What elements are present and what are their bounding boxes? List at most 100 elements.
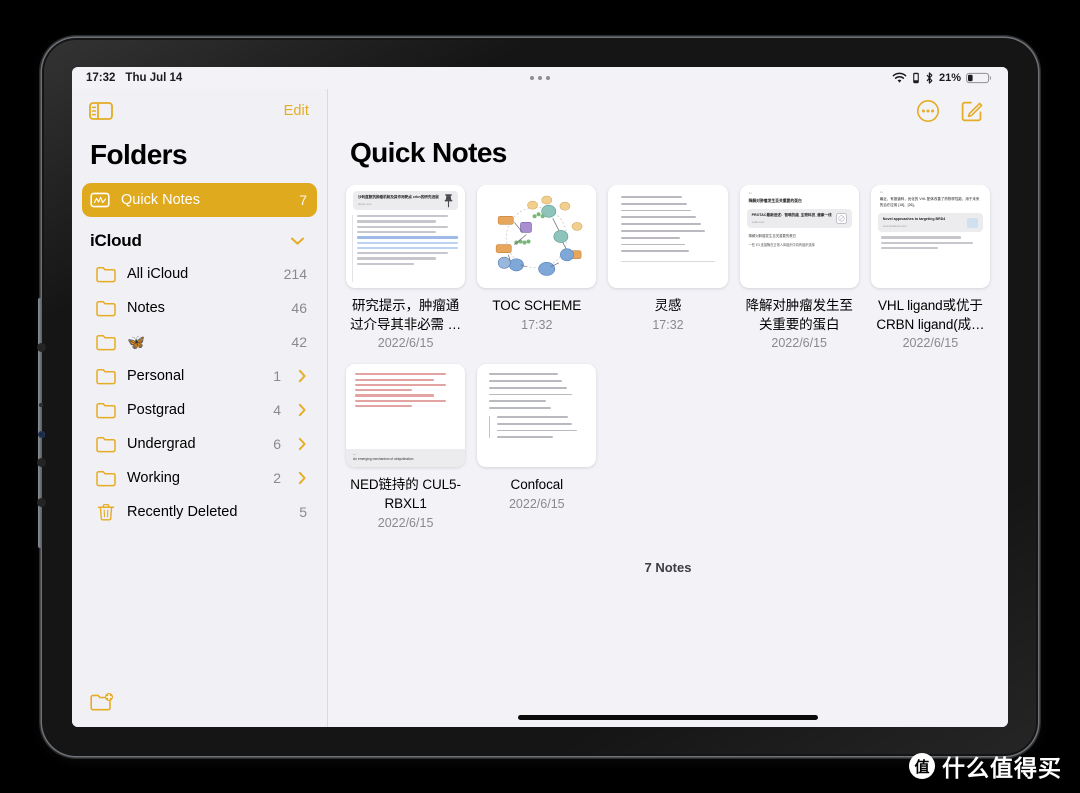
handwriting-line <box>489 386 568 389</box>
device-side-dot <box>39 403 43 407</box>
home-indicator[interactable] <box>518 715 818 720</box>
thumb-link-image <box>966 217 978 228</box>
note-title: VHL ligand或优于 CRBN ligand(成… <box>876 298 985 332</box>
note-thumbnail[interactable]: ““ 降解对肿瘤发生至关重要的蛋白 PROTAC最新进述：智嘀抗癌_生物科技_健… <box>739 185 859 288</box>
handwriting-line <box>489 393 572 396</box>
note-card[interactable]: ““ An emerging mechanism of ubiquitinati… <box>346 364 466 530</box>
page-title: Quick Notes <box>350 137 507 168</box>
note-date: 2022/6/15 <box>902 336 959 351</box>
note-card[interactable]: Confocal 2022/6/15 <box>477 364 597 529</box>
status-bar-left: 17:32 Thu Jul 14 <box>86 72 182 84</box>
chevron-down-icon[interactable] <box>290 236 305 246</box>
note-thumbnail[interactable] <box>477 185 597 288</box>
new-folder-icon[interactable] <box>90 692 114 712</box>
ink-line <box>355 399 447 402</box>
note-thumbnail[interactable]: ““ An emerging mechanism of ubiquitinati… <box>346 364 466 468</box>
sidebar-item-label: Recently Deleted <box>127 504 238 520</box>
thumb-link-thumb-icon <box>835 213 847 225</box>
thumb-text-line <box>357 257 436 260</box>
sidebar-item-folder[interactable]: Recently Deleted 5 <box>82 495 317 529</box>
handwriting-line <box>621 202 687 205</box>
note-date: 2022/6/15 <box>508 496 565 511</box>
note-thumbnail[interactable]: 沙利度胺抗肿瘤机制及其作用靶点 crbn的研究进展 docin.com <box>346 185 466 288</box>
handwriting-line <box>621 236 681 239</box>
sidebar-item-folder[interactable]: All iCloud 214 <box>82 257 317 291</box>
sidebar-item-folder[interactable]: Working 2 <box>82 461 317 495</box>
thumb-text-line <box>357 246 459 250</box>
notes-grid: 沙利度胺抗肿瘤机制及其作用靶点 crbn的研究进展 docin.com 研究提示… <box>346 185 990 530</box>
thumb-body-line: 一些 E3 连接酶在正常人体组织中具有组织选择 <box>748 243 815 248</box>
folder-icon <box>96 470 116 486</box>
sidebar-item-folder[interactable]: Notes 46 <box>82 291 317 325</box>
sidebar-section-icloud[interactable]: iCloud <box>82 217 317 257</box>
note-card[interactable]: 沙利度胺抗肿瘤机制及其作用靶点 crbn的研究进展 docin.com 研究提示… <box>346 185 466 350</box>
folder-icon <box>96 300 116 316</box>
thumb-diagram-svg <box>496 195 583 276</box>
thumb-link-card: PROTAC最新进述：智嘀抗癌_生物科技_健康一线 xxdk.com <box>746 209 852 229</box>
thumb-quote-mark: ““ <box>748 192 752 196</box>
folders-title: Folders <box>90 139 188 170</box>
note-date: 17:32 <box>652 317 684 332</box>
sidebar-item-quick-notes[interactable]: Quick Notes 7 <box>82 183 317 217</box>
status-time: 17:32 <box>86 72 116 84</box>
chevron-right-icon[interactable] <box>298 437 307 451</box>
sidebar-item-label: Working <box>127 470 180 486</box>
multitasking-handle-icon[interactable] <box>529 75 551 81</box>
thumb-link-url: sciencedirect.com <box>882 224 907 229</box>
note-card[interactable]: TOC SCHEME 17:32 <box>477 185 597 350</box>
sidebar-toggle-icon[interactable] <box>89 101 113 121</box>
handwriting-line <box>497 416 568 418</box>
note-card[interactable]: 灵感 17:32 <box>608 185 728 350</box>
note-title: 灵感 <box>654 298 682 313</box>
thumb-notes <box>477 364 596 467</box>
status-bar-right: 21% <box>892 72 992 84</box>
thumb-quote-mark: ““ <box>879 191 884 195</box>
edit-button[interactable]: Edit <box>284 103 309 119</box>
sidebar-footer <box>72 677 327 727</box>
pin-icon <box>444 194 453 208</box>
ink-line <box>355 404 412 408</box>
sidebar-item-label: Notes <box>127 300 165 316</box>
folder-icon <box>96 402 116 418</box>
note-thumbnail[interactable] <box>477 364 597 468</box>
note-title: 研究提示，肿瘤通过介导其非必需 … <box>350 298 462 332</box>
note-thumbnail[interactable] <box>608 185 728 288</box>
sidebar-item-folder[interactable]: 🦋 42 <box>82 325 317 359</box>
thumb-text-line <box>357 215 449 218</box>
note-card[interactable]: ““ 最近，有报道称，优化的 VHL 配体改善了药物样性能，用于未来的治疗应用 … <box>870 185 990 351</box>
sidebar-item-folder[interactable]: Undergrad 6 <box>82 427 317 461</box>
thumb-redink: ““ An emerging mechanism of ubiquitinati… <box>346 364 466 468</box>
note-title: Confocal <box>510 477 564 493</box>
thumb-text-line <box>357 241 459 244</box>
sidebar-item-count: 46 <box>291 300 307 316</box>
notes-scroll-area[interactable]: 沙利度胺抗肿瘤机制及其作用靶点 crbn的研究进展 docin.com 研究提示… <box>328 185 1008 727</box>
split-view: Edit Folders Quick Notes 7 iCloud All iC… <box>72 89 1008 727</box>
handwriting-line <box>621 243 685 246</box>
device-side-rail <box>38 298 42 548</box>
thumb-linkcard: ““ 降解对肿瘤发生至关重要的蛋白 PROTAC最新进述：智嘀抗癌_生物科技_健… <box>740 185 859 288</box>
chevron-right-icon[interactable] <box>298 471 307 485</box>
thumb-link-title: An emerging mechanism of ubiquitination <box>353 457 414 462</box>
note-card[interactable]: ““ 降解对肿瘤发生至关重要的蛋白 PROTAC最新进述：智嘀抗癌_生物科技_健… <box>739 185 859 350</box>
sidebar-item-count: 6 <box>273 436 281 452</box>
note-thumbnail[interactable]: ““ 最近，有报道称，优化的 VHL 配体改善了药物样性能，用于未来的治疗应用 … <box>870 185 990 288</box>
sidebar-item-count: 1 <box>273 368 281 384</box>
chevron-right-icon[interactable] <box>298 369 307 383</box>
sidebar-item-label: Quick Notes <box>121 192 200 208</box>
compose-note-icon[interactable] <box>960 99 984 123</box>
thumb-link-card: Novel approaches to targeting BRD4 scien… <box>877 213 983 233</box>
thumb-text-line <box>880 241 973 244</box>
thumb-diagram <box>477 185 596 288</box>
thumb-quote-line: 降解对肿瘤发生至关重要的蛋白 <box>748 199 802 203</box>
sidebar-item-folder[interactable]: Postgrad 4 <box>82 393 317 427</box>
thumb-text-line <box>357 225 449 228</box>
chevron-right-icon[interactable] <box>298 403 307 417</box>
handwriting-line <box>621 229 706 232</box>
thumb-text-line <box>357 252 449 255</box>
more-options-icon[interactable] <box>916 99 940 123</box>
sidebar-item-count: 5 <box>299 504 307 520</box>
content-toolbar <box>328 89 1008 133</box>
sidebar-item-folder[interactable]: Personal 1 <box>82 359 317 393</box>
note-date: 17:32 <box>521 317 553 332</box>
status-bar: 17:32 Thu Jul 14 21% <box>72 67 1008 89</box>
